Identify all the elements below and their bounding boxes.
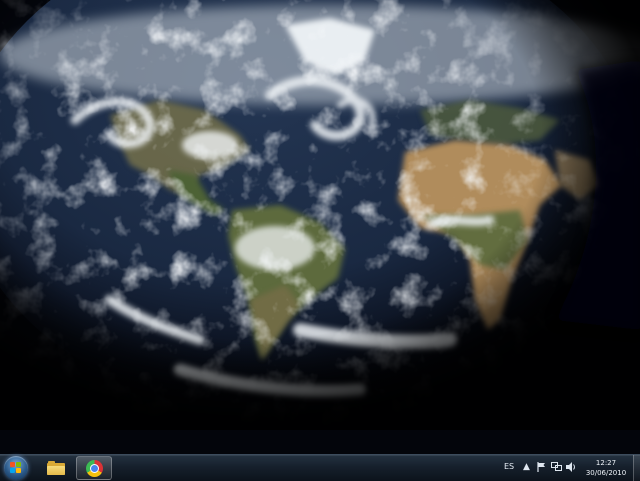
start-button[interactable] <box>4 456 28 480</box>
desktop-wallpaper <box>0 0 640 454</box>
windows-orb-icon <box>10 462 22 474</box>
system-clock[interactable]: 12:27 30/06/2010 <box>582 458 630 478</box>
show-desktop-button[interactable] <box>633 455 640 481</box>
volume-icon[interactable] <box>566 462 577 475</box>
language-indicator[interactable]: ES <box>504 462 514 471</box>
taskbar: ES ▲ 12:27 30/06/2010 <box>0 454 640 481</box>
folder-icon <box>47 461 65 475</box>
taskbar-button-google-chrome[interactable] <box>76 456 112 480</box>
show-hidden-icons-arrow[interactable]: ▲ <box>523 462 530 472</box>
clock-date: 30/06/2010 <box>585 469 627 477</box>
chrome-icon <box>85 459 103 477</box>
clock-time: 12:27 <box>595 459 617 467</box>
taskbar-button-windows-explorer[interactable] <box>38 456 74 480</box>
action-center-flag-icon[interactable] <box>537 462 546 475</box>
earth-satellite-wallpaper-image <box>0 0 640 454</box>
network-icon[interactable] <box>551 462 562 475</box>
